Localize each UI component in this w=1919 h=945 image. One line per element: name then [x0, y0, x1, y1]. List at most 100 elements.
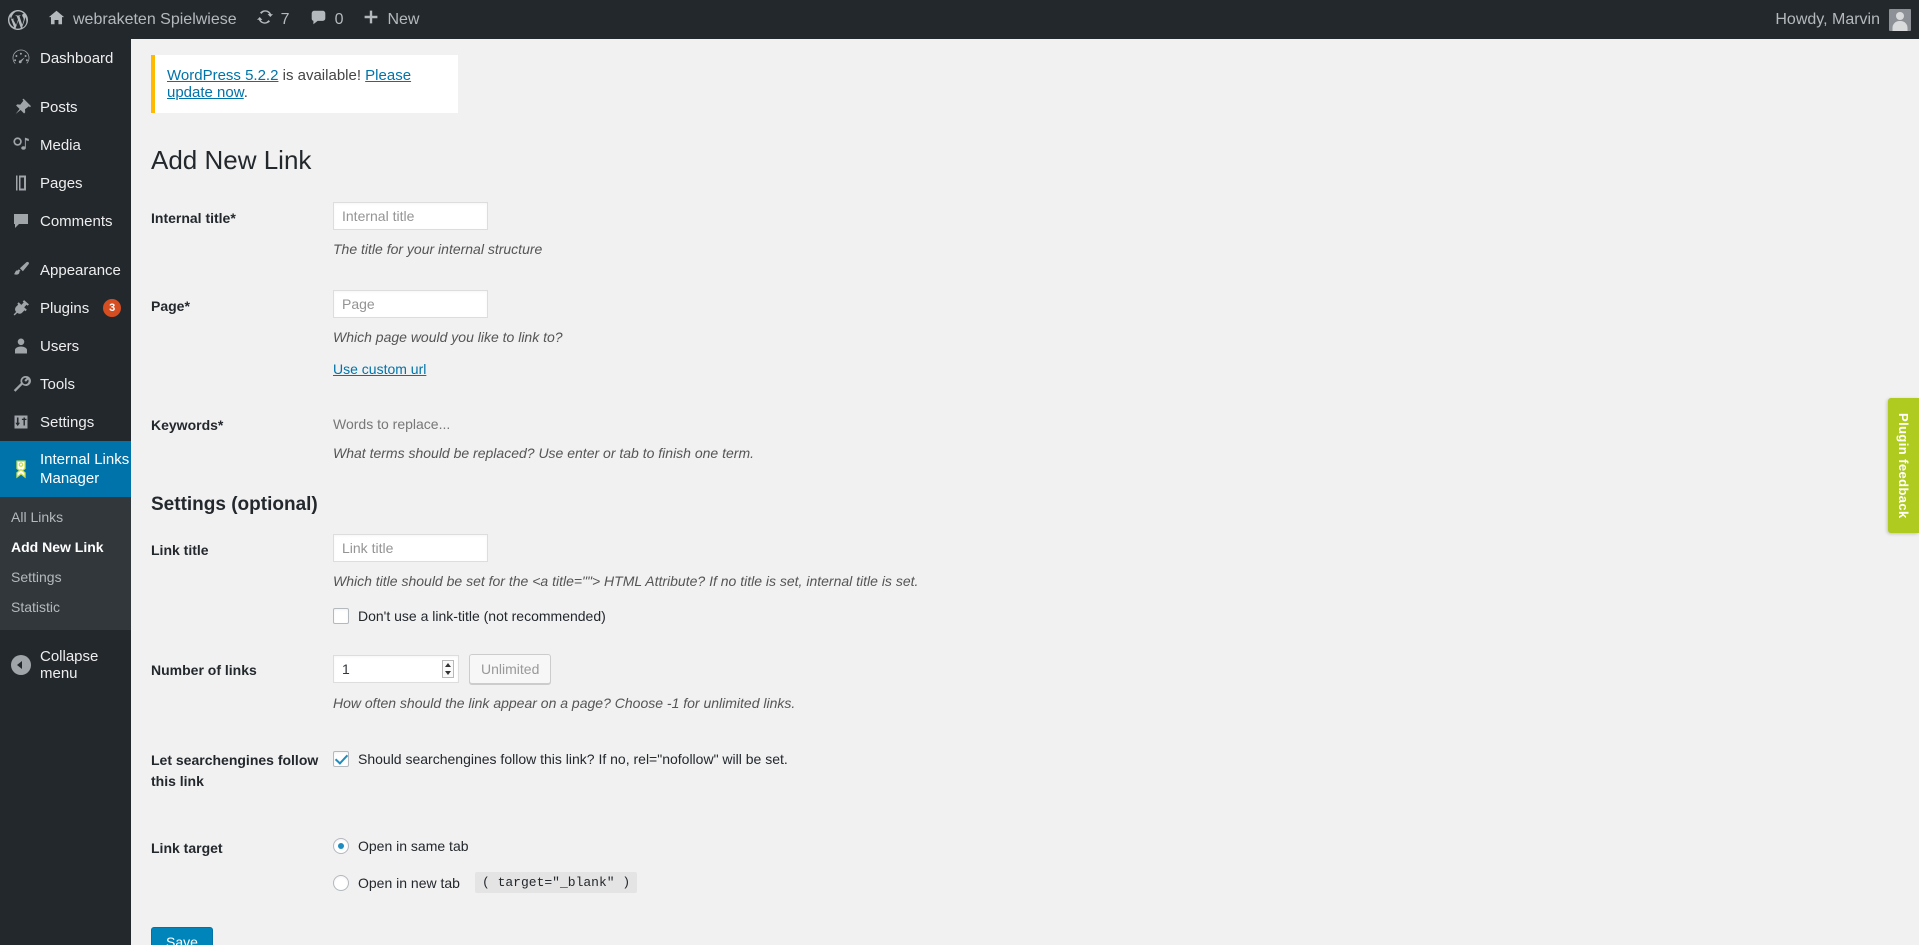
submenu-item-settings[interactable]: Settings [0, 562, 131, 592]
number-of-links-help: How often should the link appear on a pa… [333, 695, 796, 712]
unlimited-button[interactable]: Unlimited [469, 654, 552, 685]
collapse-menu-wrap: Collapse menu [0, 630, 131, 690]
new-content-button[interactable]: New [353, 0, 429, 39]
wordpress-version-link[interactable]: WordPress 5.2.2 [167, 67, 278, 84]
row-spacer [151, 722, 1919, 744]
sidebar-item-internal-links-manager[interactable]: Internal Links Manager [0, 441, 131, 497]
sidebar-item-label: Tools [40, 375, 76, 393]
save-button[interactable]: Save [151, 927, 213, 945]
submenu-item-label: Statistic [11, 599, 61, 615]
row-spacer [151, 268, 1919, 290]
comments-count: 0 [334, 10, 344, 28]
keywords-field-group: Words to replace... What terms should be… [333, 409, 1919, 465]
link-target-new-tab-row: Open in new tab ( target="_blank" ) [333, 872, 1919, 894]
link-target-new-tab-radio[interactable] [333, 874, 349, 891]
sidebar-item-label: Comments [40, 212, 113, 230]
notice-mid-text: is available! [278, 67, 366, 84]
field-row-link-target: Link target Open in same tab Open in new… [151, 832, 1919, 894]
no-link-title-label: Don't use a link-title (not recommended) [358, 608, 606, 625]
internal-title-input[interactable] [333, 201, 488, 230]
sidebar-item-pages[interactable]: Pages [0, 164, 131, 202]
follow-field-group: Should searchengines follow this link? I… [333, 744, 1919, 768]
submenu-item-statistic[interactable]: Statistic [0, 592, 131, 622]
submenu-item-label: Settings [11, 569, 62, 585]
link-target-blank-code: ( target="_blank" ) [474, 872, 638, 894]
pin-icon [11, 97, 31, 117]
admin-bar: webraketen Spielwiese 7 0 New Howdy, Mar… [0, 0, 1919, 39]
site-name-button[interactable]: webraketen Spielwiese [38, 0, 247, 39]
link-target-label: Link target [151, 840, 223, 857]
collapse-menu-button[interactable]: Collapse menu [0, 640, 131, 690]
sidebar-item-label: Settings [40, 413, 95, 431]
sidebar-item-settings[interactable]: Settings [0, 403, 131, 441]
row-spacer [151, 387, 1919, 409]
sidebar-item-appearance[interactable]: Appearance [0, 251, 131, 289]
sidebar-item-label: Media [40, 136, 81, 154]
comments-button[interactable]: 0 [300, 0, 354, 39]
wrench-icon [11, 374, 31, 394]
user-icon [11, 336, 31, 356]
sidebar-item-comments[interactable]: Comments [0, 202, 131, 240]
comment-icon [11, 211, 31, 231]
field-row-internal-title: Internal title* The title for your inter… [151, 201, 1919, 260]
sidebar-item-label: Plugins [40, 299, 90, 317]
page-title: Add New Link [151, 145, 312, 175]
sidebar-item-dashboard[interactable]: Dashboard [0, 39, 131, 77]
link-target-same-tab-label: Open in same tab [358, 838, 469, 855]
link-target-same-tab-radio[interactable] [333, 838, 349, 855]
account-menu[interactable]: Howdy, Marvin [1775, 8, 1919, 31]
settings-section-title: Settings (optional) [151, 494, 318, 516]
plus-icon [363, 9, 379, 30]
sidebar-item-posts[interactable]: Posts [0, 88, 131, 126]
settings-sliders-icon [11, 412, 31, 432]
follow-checkbox[interactable] [333, 751, 349, 768]
ribbon-icon [11, 459, 31, 479]
sidebar-item-media[interactable]: Media [0, 126, 131, 164]
link-title-input[interactable] [333, 534, 488, 563]
media-icon [11, 135, 31, 155]
site-name-label: webraketen Spielwiese [73, 10, 237, 28]
row-spacer [151, 632, 1919, 654]
wordpress-logo-button[interactable] [0, 0, 38, 39]
no-link-title-row: Don't use a link-title (not recommended) [333, 608, 1919, 625]
page-label: Page* [151, 297, 190, 314]
main-content: WordPress 5.2.2 is available! Please upd… [131, 39, 1919, 945]
updates-count: 7 [280, 10, 290, 28]
follow-checkbox-row: Should searchengines follow this link? I… [333, 751, 1919, 768]
sidebar-item-users[interactable]: Users [0, 327, 131, 365]
follow-label: Let searchengines follow this link [151, 752, 319, 790]
keywords-help: What terms should be replaced? Use enter… [333, 445, 754, 462]
save-row: Save [151, 927, 1919, 945]
keywords-input[interactable]: Words to replace... [333, 409, 1919, 435]
notice-end-text: . [243, 84, 248, 101]
link-title-help: Which title should be set for the <a tit… [333, 573, 919, 590]
admin-sidebar: Dashboard Posts Media Pages Comments App… [0, 39, 131, 945]
no-link-title-checkbox[interactable] [333, 608, 349, 625]
link-target-new-tab-label: Open in new tab [358, 874, 460, 891]
row-spacer [151, 800, 1919, 832]
submenu-item-all-links[interactable]: All Links [0, 502, 131, 532]
plugins-update-badge: 3 [103, 299, 122, 317]
field-row-number-of-links: Number of links Unlimited How often shou… [151, 654, 1919, 714]
plugin-feedback-label: Plugin feedback [1896, 412, 1911, 519]
link-title-label: Link title [151, 542, 209, 559]
use-custom-url-link[interactable]: Use custom url [333, 361, 426, 377]
page-input[interactable] [333, 289, 488, 318]
plugin-feedback-tab[interactable]: Plugin feedback [1888, 398, 1919, 533]
comment-bubble-icon [310, 9, 327, 31]
sidebar-item-plugins[interactable]: Plugins 3 [0, 289, 131, 327]
link-target-same-tab-row: Open in same tab [333, 838, 1919, 855]
new-label: New [387, 10, 420, 28]
field-row-link-title: Link title Which title should be set for… [151, 534, 1919, 625]
number-of-links-input[interactable] [333, 655, 459, 684]
submenu-item-add-new-link[interactable]: Add New Link [0, 532, 131, 562]
sidebar-item-tools[interactable]: Tools [0, 365, 131, 403]
updates-button[interactable]: 7 [247, 0, 300, 39]
field-row-keywords: Keywords* Words to replace... What terms… [151, 409, 1919, 465]
keywords-label: Keywords* [151, 416, 224, 433]
home-icon [48, 9, 65, 31]
collapse-arrow-icon [11, 655, 31, 675]
number-spinner-icon[interactable] [442, 660, 454, 679]
internal-title-field-group: The title for your internal structure [333, 201, 1919, 260]
dashboard-icon [11, 48, 31, 68]
